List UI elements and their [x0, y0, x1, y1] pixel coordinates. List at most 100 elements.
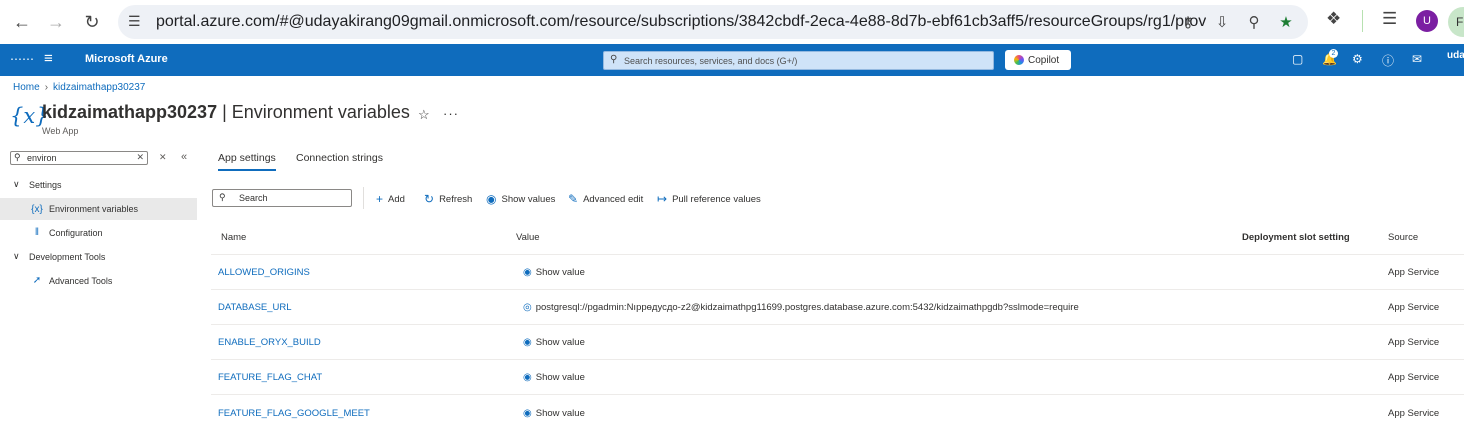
forward-icon[interactable]: → — [42, 8, 70, 36]
show-value-button[interactable]: ◉ Show value — [523, 337, 585, 348]
breadcrumb-resource[interactable]: kidzaimathapp30237 — [53, 82, 145, 93]
title-separator: | — [217, 102, 232, 122]
show-value-button[interactable]: ◉ Show value — [523, 372, 585, 383]
install-app-icon[interactable]: ⇩ — [1212, 12, 1232, 32]
page-title: kidzaimathapp30237 | Environment variabl… — [42, 102, 410, 123]
sidebar-group-development-tools[interactable]: ∨ Development Tools — [13, 251, 105, 262]
advanced-edit-label: Advanced edit — [583, 193, 644, 205]
more-options-icon[interactable]: ··· — [443, 106, 459, 121]
toolbar-divider — [1362, 10, 1363, 32]
reload-icon[interactable]: ↻ — [78, 8, 106, 36]
plus-icon: + — [376, 192, 384, 206]
sidebar-item-label: Advanced Tools — [49, 275, 113, 286]
collapse-menu-icon[interactable]: « — [181, 151, 187, 163]
advanced-edit-button[interactable]: ✎ Advanced edit — [568, 192, 643, 206]
setting-name-link[interactable]: FEATURE_FLAG_CHAT — [218, 372, 322, 383]
setting-value: Show value — [535, 337, 585, 348]
eye-icon: ◉ — [523, 408, 532, 419]
refresh-button[interactable]: ↻ Refresh — [424, 192, 472, 206]
bookmark-star-icon[interactable]: ★ — [1276, 12, 1296, 32]
refresh-label: Refresh — [439, 193, 473, 205]
table-row: FEATURE_FLAG_GOOGLE_MEET ◉ Show value Ap… — [211, 394, 1464, 424]
eye-icon: ◉ — [486, 192, 497, 206]
toolbar-divider — [363, 187, 364, 209]
site-info-icon[interactable]: ☰ — [128, 13, 146, 31]
copilot-button[interactable]: Copilot — [1005, 50, 1071, 70]
pull-reference-values-button[interactable]: ↦ Pull reference values — [657, 192, 761, 206]
setting-source: App Service — [1388, 372, 1440, 383]
clear-search-icon[interactable]: ✕ — [136, 152, 144, 163]
show-value-button[interactable]: ◉ Show value — [523, 408, 585, 419]
add-label: Add — [388, 193, 405, 205]
feedback-icon[interactable]: ✉ — [1412, 52, 1422, 66]
back-icon[interactable]: ← — [8, 8, 36, 36]
sidebar-item-label: Environment variables — [49, 204, 139, 214]
help-icon[interactable]: ⓘ — [1382, 52, 1394, 69]
profile-avatar-2[interactable]: F — [1448, 7, 1464, 37]
setting-name-link[interactable]: DATABASE_URL — [218, 302, 292, 313]
url-text[interactable]: portal.azure.com/#@udayakirang09gmail.on… — [156, 13, 1206, 31]
global-search[interactable]: ⚲ — [603, 51, 994, 70]
portal-menu-icon[interactable]: ≡ — [44, 50, 53, 67]
account-name[interactable]: uda — [1447, 50, 1464, 61]
zoom-icon[interactable]: ⚲ — [1244, 12, 1264, 32]
show-values-button[interactable]: ◉ Show values — [486, 192, 555, 206]
apps-grid-icon[interactable]: ⋯⋯ — [10, 52, 34, 66]
environment-variables-icon: {x} — [31, 203, 43, 215]
copilot-icon — [1014, 55, 1024, 65]
favorite-star-icon[interactable]: ☆ — [418, 107, 430, 123]
resource-name: kidzaimathapp30237 — [42, 102, 218, 122]
chevron-down-icon: ∨ — [13, 251, 20, 261]
search-icon: ⚲ — [610, 54, 618, 65]
sidebar-item-configuration[interactable]: ‖ Configuration — [31, 227, 103, 238]
cloud-shell-icon[interactable]: ▢ — [1292, 52, 1303, 66]
configuration-sliders-icon: ‖ — [34, 227, 40, 238]
settings-gear-icon[interactable]: ⚙ — [1352, 52, 1363, 66]
settings-search[interactable]: ⚲ — [212, 189, 352, 207]
setting-name-link[interactable]: FEATURE_FLAG_GOOGLE_MEET — [218, 408, 370, 419]
setting-value: Show value — [535, 372, 585, 383]
setting-value: Show value — [535, 408, 585, 419]
setting-name-link[interactable]: ENABLE_ORYX_BUILD — [218, 337, 321, 348]
column-header-name[interactable]: Name — [221, 232, 246, 243]
settings-search-input[interactable] — [239, 192, 347, 204]
breadcrumb: Home › kidzaimathapp30237 — [13, 82, 145, 93]
table-row: FEATURE_FLAG_CHAT ◉ Show value App Servi… — [211, 359, 1464, 394]
breadcrumb-home[interactable]: Home — [13, 82, 40, 93]
table-row: ENABLE_ORYX_BUILD ◉ Show value App Servi… — [211, 324, 1464, 359]
copilot-label: Copilot — [1028, 54, 1060, 66]
sidebar-item-advanced-tools[interactable]: ➚ Advanced Tools — [31, 275, 113, 286]
setting-source: App Service — [1388, 408, 1440, 419]
column-header-slot-setting[interactable]: Deployment slot setting — [1242, 232, 1350, 243]
browser-toolbar: ← → ↻ ☰ portal.azure.com/#@udayakirang09… — [0, 0, 1464, 44]
tab-connection-strings[interactable]: Connection strings — [296, 152, 383, 164]
setting-source: App Service — [1388, 302, 1440, 313]
azure-brand[interactable]: Microsoft Azure — [85, 53, 168, 65]
chevron-right-icon: › — [44, 82, 49, 93]
menu-search[interactable]: ⚲ ✕ — [10, 151, 148, 165]
add-button[interactable]: + Add — [376, 192, 405, 206]
section-name: Environment variables — [231, 102, 410, 122]
address-bar[interactable]: ☰ portal.azure.com/#@udayakirang09gmail.… — [118, 5, 1308, 39]
sidebar-group-settings[interactable]: ∨ Settings — [13, 179, 62, 190]
password-key-icon[interactable]: ⚷ — [1178, 12, 1198, 32]
extensions-icon[interactable]: ❖ — [1326, 9, 1341, 29]
setting-name-link[interactable]: ALLOWED_ORIGINS — [218, 267, 310, 278]
media-controls-icon[interactable]: ☰ — [1382, 9, 1397, 29]
profile-avatar[interactable]: U — [1416, 10, 1438, 32]
show-value-button[interactable]: ◉ Show value — [523, 267, 585, 278]
sidebar-item-label: Settings — [29, 179, 62, 190]
tab-app-settings[interactable]: App settings — [218, 152, 276, 171]
sidebar-item-environment-variables[interactable]: {x} Environment variables — [0, 198, 197, 220]
eye-icon: ◉ — [523, 372, 532, 383]
menu-search-input[interactable] — [27, 152, 135, 164]
setting-source: App Service — [1388, 337, 1440, 348]
close-filter-icon[interactable]: ✕ — [159, 152, 167, 163]
column-header-source[interactable]: Source — [1388, 232, 1418, 243]
refresh-icon: ↻ — [424, 192, 435, 206]
eye-icon: ◉ — [523, 267, 532, 278]
hide-value-button[interactable]: ◎ postgresql://pgadmin:Nıpрөдусдо-z2@kid… — [523, 302, 1079, 313]
setting-value: postgresql://pgadmin:Nıpрөдусдо-z2@kidza… — [535, 302, 1079, 313]
global-search-input[interactable] — [624, 53, 984, 68]
column-header-value[interactable]: Value — [516, 232, 540, 243]
